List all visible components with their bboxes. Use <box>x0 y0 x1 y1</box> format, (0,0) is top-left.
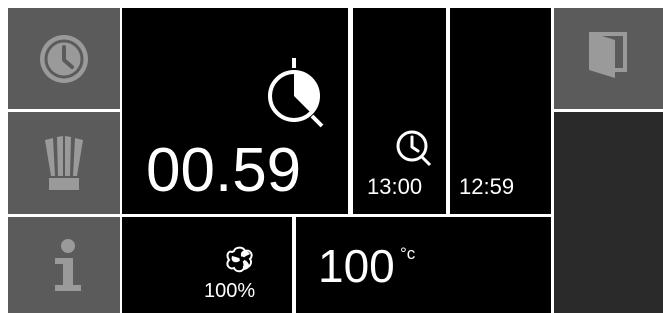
temperature-panel[interactable]: 100 °c <box>296 217 551 313</box>
chef-hat-icon <box>45 136 83 190</box>
fan-speed: 100% <box>204 280 256 302</box>
sidebar-button-info[interactable] <box>8 217 120 313</box>
temperature-unit: °c <box>400 244 416 263</box>
clock-icon <box>396 130 432 167</box>
door-icon <box>589 32 627 78</box>
stopwatch-icon <box>268 58 324 128</box>
start-time: 13:00 <box>367 174 423 199</box>
temperature-value: 100 <box>318 240 395 292</box>
timer-panel[interactable]: 00.59 <box>122 8 348 214</box>
sidebar-button-timer[interactable] <box>8 8 120 109</box>
end-time: 12:59 <box>459 174 515 199</box>
timer-value: 00.59 <box>146 136 302 205</box>
info-icon <box>55 239 81 291</box>
fan-icon <box>226 246 253 273</box>
sidebar-button-cooking-tools[interactable] <box>8 112 120 214</box>
door-button[interactable] <box>554 8 663 109</box>
fan-panel[interactable]: 100% <box>122 217 292 313</box>
start-time-panel[interactable]: 13:00 <box>353 8 446 214</box>
right-panel <box>554 112 663 313</box>
end-time-panel[interactable]: 12:59 <box>450 8 551 214</box>
clock-icon <box>40 35 88 83</box>
